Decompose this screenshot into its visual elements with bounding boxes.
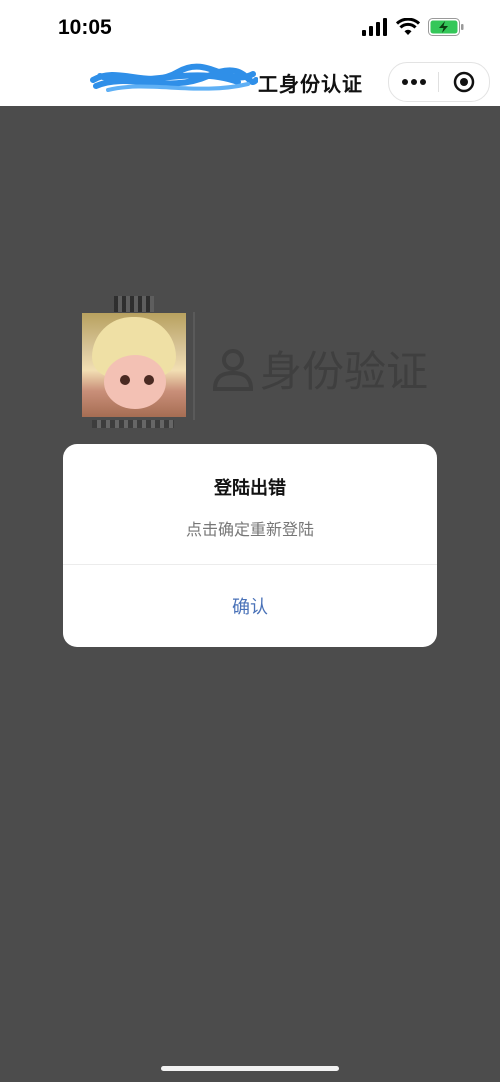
more-button[interactable] <box>389 63 438 101</box>
status-time: 10:05 <box>58 16 112 39</box>
wifi-icon <box>396 18 420 35</box>
nav-bar: 工身份认证 <box>0 58 500 106</box>
photo-face <box>104 355 166 409</box>
close-miniprogram-button[interactable] <box>439 63 488 101</box>
photo-eye <box>120 375 130 385</box>
redaction-scribble <box>90 63 258 92</box>
status-icons <box>362 18 464 36</box>
status-bar: 10:05 <box>0 0 500 58</box>
person-outline-icon <box>212 348 254 391</box>
mini-program-capsule <box>388 62 490 102</box>
dialog-message: 点击确定重新登陆 <box>185 520 314 539</box>
nav-title: 工身份认证 <box>258 72 363 96</box>
signal-icon <box>362 18 387 36</box>
dialog-title: 登陆出错 <box>214 478 286 499</box>
pixelated-area <box>114 296 154 312</box>
confirm-button[interactable]: 确认 <box>63 565 437 647</box>
pixelated-caption <box>92 420 174 428</box>
photo-eye <box>144 375 154 385</box>
error-dialog: 登陆出错 点击确定重新登陆 确认 <box>63 444 437 647</box>
target-circle-icon <box>453 71 474 93</box>
more-dots-icon <box>401 79 426 85</box>
section-title-text: 身份验证 <box>260 347 429 396</box>
profile-photo <box>82 313 186 417</box>
vertical-divider <box>193 312 195 420</box>
home-indicator[interactable] <box>161 1066 339 1071</box>
battery-icon <box>428 18 464 36</box>
identity-section-title: 身份验证 <box>212 338 428 399</box>
